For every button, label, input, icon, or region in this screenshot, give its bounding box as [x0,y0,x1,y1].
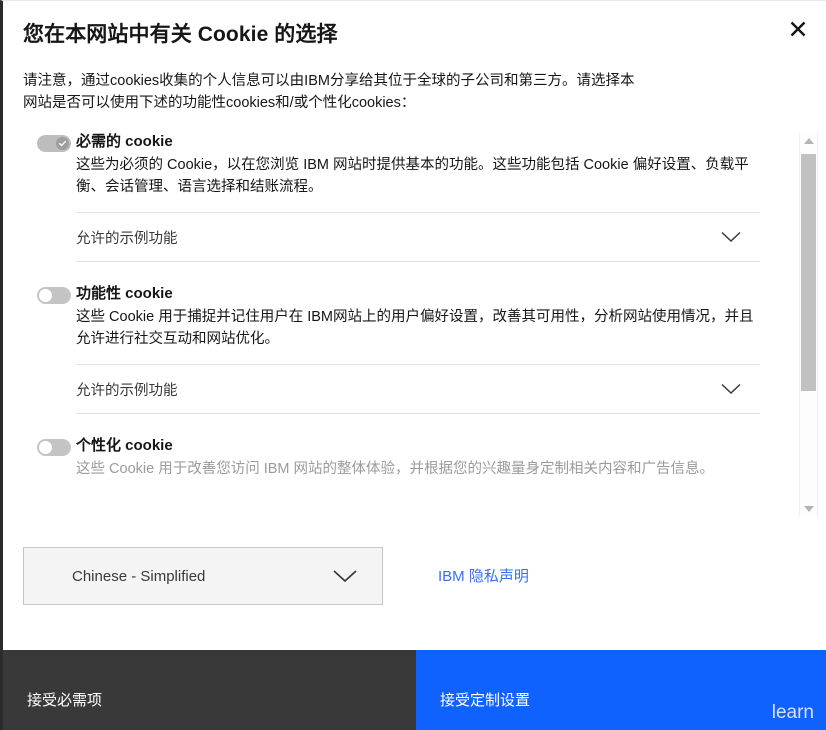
scroll-up-arrow-icon[interactable] [800,132,817,150]
accept-custom-settings-button[interactable]: 接受定制设置 learn [416,650,826,730]
toggle-knob [39,289,52,303]
dialog-action-bar: 接受必需项 接受定制设置 learn [3,650,826,730]
dialog-footer: Chinese - Simplified IBM 隐私声明 [3,517,826,650]
scroll-down-arrow-icon[interactable] [800,500,817,518]
triangle-down-glyph [803,505,814,512]
toggle-required-cookie[interactable] [37,135,71,153]
cookie-category-title: 功能性 cookie [76,285,173,303]
close-x-glyph [790,21,806,37]
dialog-intro-text: 请注意，通过cookies收集的个人信息可以由IBM分享给其位于全球的子公司和第… [23,73,635,112]
language-select[interactable]: Chinese - Simplified [23,547,383,606]
categories-scrollbar[interactable] [799,132,818,518]
toggle-personalization-cookie[interactable] [37,439,71,457]
chevron-down-icon [720,230,742,244]
cookie-preferences-dialog: 您在本网站中有关 Cookie 的选择 请注意，通过cookies收集的个人信息… [0,0,826,730]
cookie-category-title: 必需的 cookie [76,133,173,151]
cookie-categories-list: 必需的 cookie 这些为必须的 Cookie，以在您浏览 IBM 网站时提供… [3,132,784,517]
chevron-down-icon [332,568,358,584]
accept-essential-button[interactable]: 接受必需项 [3,650,416,730]
cookie-category-functional: 功能性 cookie 这些 Cookie 用于捕捉并记住用户在 IBM网站上的用… [23,284,760,350]
toggle-knob [56,137,69,151]
toggle-functional-cookie[interactable] [37,287,71,305]
expander-label: 允许的示例功能 [76,382,178,399]
dialog-header: 您在本网站中有关 Cookie 的选择 请注意，通过cookies收集的个人信息… [3,1,826,114]
cookie-categories-scroll-region: 必需的 cookie 这些为必须的 Cookie，以在您浏览 IBM 网站时提供… [3,132,826,518]
expander-functional-examples[interactable]: 允许的示例功能 [76,364,760,415]
scrollbar-thumb[interactable] [801,154,816,392]
chevron-down-icon [720,382,742,396]
expander-required-examples[interactable]: 允许的示例功能 [76,212,760,263]
toggle-knob [39,441,52,455]
background-page-text: learn [771,702,814,723]
page-title: 您在本网站中有关 Cookie 的选择 [23,23,338,46]
language-select-value: Chinese - Simplified [72,567,206,585]
cookie-category-title: 个性化 cookie [76,437,173,455]
cookie-category-description: 这些 Cookie 用于改善您访问 IBM 网站的整体体验，并根据您的兴趣量身定… [76,461,715,478]
cookie-category-description: 这些 Cookie 用于捕捉并记住用户在 IBM网站上的用户偏好设置，改善其可用… [76,309,754,348]
triangle-up-glyph [803,137,814,144]
cookie-category-personalization: 个性化 cookie 这些 Cookie 用于改善您访问 IBM 网站的整体体验… [23,436,760,480]
privacy-statement-link[interactable]: IBM 隐私声明 [438,565,529,586]
expander-label: 允许的示例功能 [76,230,178,247]
cookie-category-description: 这些为必须的 Cookie，以在您浏览 IBM 网站时提供基本的功能。这些功能包… [76,157,749,196]
accept-custom-settings-label: 接受定制设置 [440,691,531,709]
cookie-category-required: 必需的 cookie 这些为必须的 Cookie，以在您浏览 IBM 网站时提供… [23,132,760,198]
check-icon [58,141,67,147]
close-icon[interactable] [778,9,818,49]
